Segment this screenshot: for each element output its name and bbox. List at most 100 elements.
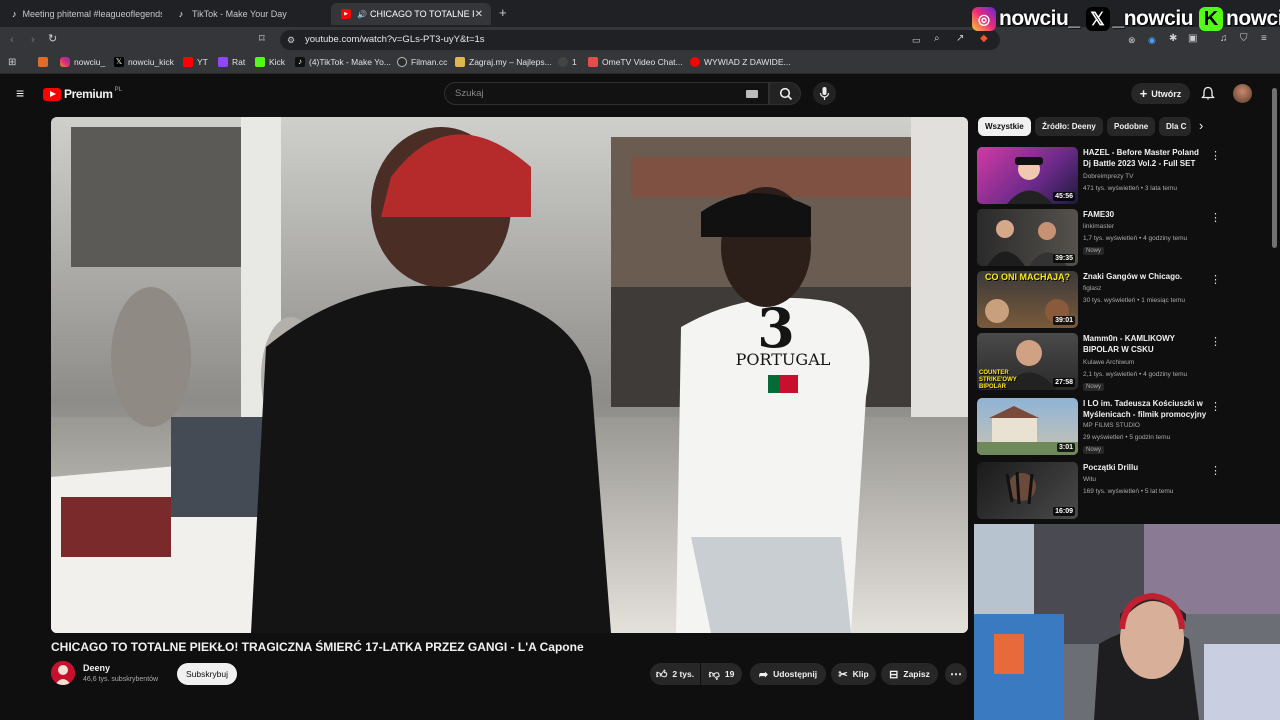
keyboard-icon[interactable] <box>746 90 758 98</box>
channel-name[interactable]: Deeny <box>83 663 110 673</box>
bookmark-label: 1 <box>572 57 577 67</box>
recommendation-item[interactable]: 39:35 FAME30 linkimaster 1,7 tys. wyświe… <box>977 209 1272 267</box>
bookmark-item[interactable]: nowciu_ <box>60 57 105 67</box>
tab-title: CHICAGO TO TOTALNE PIEKŁO <box>369 9 474 19</box>
bookmark-item[interactable]: Rat <box>218 57 245 67</box>
social-overlay: ◎ nowciu_ 𝕏 _nowciu K nowciu <box>972 5 1280 33</box>
bookmark-item[interactable]: OmeTV Video Chat... <box>588 57 683 67</box>
bookmark-icon[interactable]: ⌑ <box>259 33 265 45</box>
subscribe-button[interactable]: Subskrybuj <box>177 663 237 685</box>
recommendation-item[interactable]: CO ONI MACHAJĄ? 39:01 Znaki Gangów w Chi… <box>977 271 1272 329</box>
omnibox[interactable]: ⚙ youtube.com/watch?v=GLs-PT3-uyY&t=1s ▭… <box>280 30 1000 50</box>
scissors-icon: ✂ <box>838 668 848 681</box>
like-button[interactable]: 👍︎ 2 tys. <box>650 663 700 685</box>
share-button[interactable]: ➦ Udostępnij <box>750 663 826 685</box>
chip-for-you[interactable]: Dla C <box>1159 117 1191 136</box>
reload-icon[interactable]: ↻ <box>48 33 57 45</box>
bookmark-item[interactable]: 1 <box>558 57 577 67</box>
more-options-icon[interactable]: ⋮ <box>1210 211 1221 224</box>
back-icon[interactable]: ‹ <box>10 34 14 46</box>
bookmark-item[interactable]: Filman.cc <box>397 57 447 67</box>
site-settings-icon[interactable]: ⚙ <box>287 34 295 46</box>
chevron-right-icon[interactable]: › <box>1199 119 1203 133</box>
more-options-icon[interactable]: ⋮ <box>1210 335 1221 348</box>
new-tab-icon[interactable]: + <box>499 5 507 20</box>
thumbnail: 3:01 <box>977 398 1078 455</box>
channel-avatar-image <box>51 661 75 685</box>
notifications-bell-icon[interactable] <box>1201 86 1215 101</box>
channel-avatar[interactable] <box>51 661 75 685</box>
kick-handle: nowciu <box>1226 7 1280 30</box>
avatar[interactable] <box>1233 84 1252 103</box>
bookmark-item[interactable]: ♪ (4)TikTok - Make Yo... <box>295 57 391 67</box>
x-icon: 𝕏 <box>114 57 124 67</box>
sidebar-scrollbar[interactable] <box>1272 88 1277 248</box>
thumbnail: COUNTER STRIKE'OWY BIPOLAR 27:58 <box>977 333 1078 390</box>
brave-shield-icon[interactable]: ◆ <box>980 33 988 45</box>
rec-channel: linkimaster <box>1083 223 1115 230</box>
bookmark-item[interactable]: Zagraj.my – Najleps... <box>455 57 552 67</box>
chip-related[interactable]: Podobne <box>1107 117 1156 136</box>
rec-channel: Kulawe Archiwum <box>1083 359 1135 366</box>
search-button[interactable] <box>769 82 801 105</box>
more-options-icon[interactable]: ⋮ <box>1210 464 1221 477</box>
url-text: youtube.com/watch?v=GLs-PT3-uyY&t=1s <box>305 34 485 45</box>
kick-icon: K <box>1199 7 1224 31</box>
dislike-button[interactable]: 👎︎ 19 <box>701 663 742 685</box>
region-label: PL <box>114 87 122 93</box>
shield-icon[interactable]: ⛉ <box>1240 33 1248 45</box>
menu-icon[interactable]: ≡ <box>1261 33 1267 45</box>
translate-icon[interactable]: ◉ <box>1148 34 1156 46</box>
tiktok-icon: ♪ <box>295 57 305 67</box>
hamburger-menu-icon[interactable]: ≡ <box>16 86 24 100</box>
more-options-icon[interactable]: ⋮ <box>1210 149 1221 162</box>
youtube-logo[interactable]: Premium PL <box>43 87 122 101</box>
tab-youtube-active[interactable]: ▶ 🔊 CHICAGO TO TOTALNE PIEKŁO ✕ <box>331 3 491 25</box>
search-input[interactable]: Szukaj <box>444 82 769 105</box>
bookmark-label: OmeTV Video Chat... <box>602 57 683 67</box>
tab-tiktok[interactable]: ♪ TikTok - Make Your Day <box>166 3 326 25</box>
tiktok-icon: ♪ <box>12 9 17 19</box>
rec-title: FAME30 <box>1083 210 1115 219</box>
thumbnail: 39:35 <box>977 209 1078 266</box>
zoom-icon[interactable]: ⌕ <box>934 33 940 45</box>
more-actions-button[interactable]: ⋯ <box>945 663 967 685</box>
bookmark-item[interactable]: YT <box>183 57 208 67</box>
share-icon[interactable]: ↗ <box>956 33 964 45</box>
tab-meeting[interactable]: ♪ Meeting phitemal #leagueoflegends <box>2 3 162 25</box>
new-badge: Nowy <box>1083 247 1105 255</box>
chip-source[interactable]: Źródło: Deeny <box>1035 117 1103 136</box>
rec-meta: 30 tys. wyświetleń • 1 miesiąc temu <box>1083 297 1185 304</box>
bookmark-label: WYWIAD Z DAWIDE... <box>704 57 791 67</box>
duration-badge: 39:01 <box>1053 316 1075 325</box>
recommendation-item[interactable]: 3:01 I LO im. Tadeusza Kościuszki w Myśl… <box>977 398 1272 456</box>
chip-all[interactable]: Wszystkie <box>978 117 1031 136</box>
media-icon[interactable]: ♫ <box>1220 33 1228 45</box>
webcam-overlay <box>974 524 1280 720</box>
bookmark-item[interactable]: 𝕏nowciu_kick <box>114 57 174 67</box>
close-tab-icon[interactable]: ✕ <box>475 9 483 20</box>
more-options-icon[interactable]: ⋮ <box>1210 400 1221 413</box>
save-button[interactable]: ⊟ Zapisz <box>881 663 938 685</box>
cast-icon[interactable]: ▭ <box>912 34 921 46</box>
duration-badge: 3:01 <box>1056 443 1075 452</box>
recommendation-item[interactable]: 16:09 Początki Drillu Witu 169 tys. wyśw… <box>977 462 1272 520</box>
thumbnail: 45:56 <box>977 147 1078 204</box>
recommendation-item[interactable]: 45:56 HAZEL - Before Master Poland Dj Ba… <box>977 147 1272 205</box>
bookmark-item[interactable]: WYWIAD Z DAWIDE... <box>690 57 791 67</box>
more-options-icon[interactable]: ⋮ <box>1210 273 1221 286</box>
extension-icon[interactable]: ⊗ <box>1128 34 1136 46</box>
create-button[interactable]: + Utwórz <box>1131 83 1190 104</box>
forward-icon[interactable]: › <box>31 34 35 46</box>
bookmark-item[interactable]: Kick <box>255 57 285 67</box>
voice-search-button[interactable] <box>813 82 836 105</box>
extensions-puzzle-icon[interactable]: ✱ <box>1169 33 1177 45</box>
video-player[interactable]: 3 PORTUGAL <box>51 117 968 633</box>
clip-button[interactable]: ✂ Klip <box>831 663 876 685</box>
apps-grid-icon[interactable]: ⊞ <box>8 57 16 69</box>
thumbs-down-icon: 👎︎ <box>708 668 720 681</box>
recommendation-item[interactable]: COUNTER STRIKE'OWY BIPOLAR 27:58 Mamm0n … <box>977 333 1272 391</box>
youtube-icon <box>690 57 700 67</box>
sidebar-toggle-icon[interactable]: ▣ <box>1188 33 1197 45</box>
bookmark-folder[interactable] <box>38 57 52 67</box>
